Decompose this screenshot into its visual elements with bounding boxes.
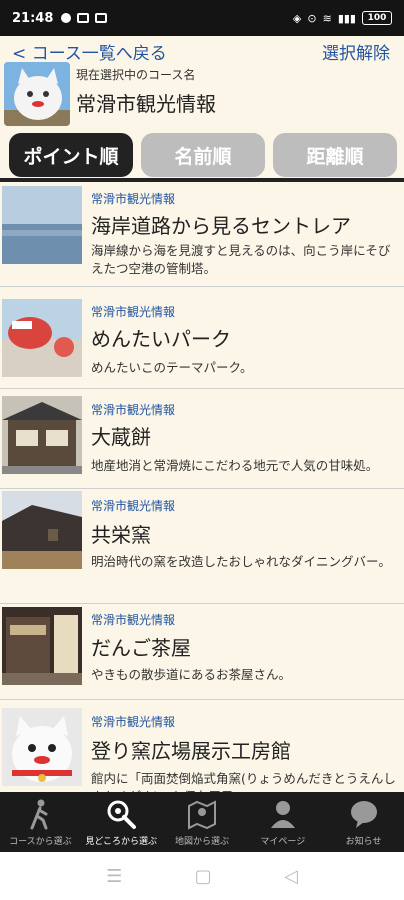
magnifier-icon — [107, 800, 137, 829]
nav-select-by-highlight[interactable]: 見どころから選ぶ — [81, 792, 162, 852]
spot-tag: 常滑市観光情報 — [91, 499, 176, 513]
spot-tag: 常滑市観光情報 — [91, 715, 176, 729]
course-caption: 現在選択中のコース名 — [76, 68, 196, 82]
spot-thumbnail — [2, 186, 82, 264]
speech-bubble-icon — [350, 801, 377, 828]
tab-distance-order[interactable]: 距離順 — [273, 133, 397, 177]
spot-thumbnail — [2, 299, 82, 377]
person-icon — [270, 801, 295, 828]
nav-label: マイページ — [260, 837, 306, 847]
signal-icon: ▮▮▮ — [337, 11, 356, 25]
current-course: 現在選択中のコース名 常滑市観光情報 — [0, 60, 404, 130]
nav-label: 見どころから選ぶ — [85, 837, 158, 847]
map-icon — [187, 800, 216, 830]
sort-tabs: ポイント順 名前順 距離順 — [0, 133, 404, 181]
spot-thumbnail — [2, 607, 82, 685]
spot-description: 館内に「両面焚倒焔式角窯(りょうめんだきとうえんしきかくがま)」を保存展示。 — [91, 771, 396, 792]
spot-title: 登り窯広場展示工房館 — [91, 739, 291, 763]
spot-thumbnail — [2, 396, 82, 474]
spot-title: 共栄窯 — [91, 523, 151, 547]
app-notification-icon — [77, 13, 90, 23]
wifi-icon: ≋ — [322, 11, 332, 25]
tab-point-order[interactable]: ポイント順 — [9, 133, 133, 177]
youtube-icon — [95, 13, 108, 23]
system-nav-bar: ☰ ▢ ◁ — [0, 852, 404, 900]
spot-description: めんたいこのテーマパーク。 — [91, 360, 253, 375]
nav-notifications[interactable]: お知らせ — [323, 792, 404, 852]
location-icon: ⊙ — [307, 11, 317, 25]
list-item[interactable]: 常滑市観光情報 登り窯広場展示工房館 館内に「両面焚倒焔式角窯(りょうめんだきと… — [0, 700, 404, 792]
vibrate-icon: ◈ — [292, 11, 302, 25]
tab-name-order[interactable]: 名前順 — [141, 133, 265, 177]
spot-list[interactable]: 常滑市観光情報 海岸道路から見るセントレア 海岸線から海を見渡すと見えるのは、向… — [0, 182, 404, 792]
list-item[interactable]: 常滑市観光情報 海岸道路から見るセントレア 海岸線から海を見渡すと見えるのは、向… — [0, 182, 404, 287]
list-item[interactable]: 常滑市観光情報 大蔵餅 地産地消と常滑焼にこだわる地元で人気の甘味処。 — [0, 389, 404, 489]
nav-select-by-map[interactable]: 地図から選ぶ — [162, 792, 243, 852]
spot-title: だんご茶屋 — [91, 636, 191, 660]
status-time: 21:48 — [12, 10, 54, 26]
spot-tag: 常滑市観光情報 — [91, 192, 176, 206]
battery-icon: 100 — [362, 11, 392, 25]
recent-apps-icon[interactable]: ☰ — [106, 866, 122, 887]
nav-my-page[interactable]: マイページ — [242, 792, 323, 852]
spot-tag: 常滑市観光情報 — [91, 403, 176, 417]
list-item[interactable]: 常滑市観光情報 だんご茶屋 やきもの散歩道にあるお茶屋さん。 — [0, 604, 404, 700]
course-name: 常滑市観光情報 — [76, 92, 216, 116]
top-bar: < コース一覧へ戻る 選択解除 — [0, 36, 404, 64]
nav-select-by-course[interactable]: コースから選ぶ — [0, 792, 81, 852]
spot-tag: 常滑市観光情報 — [91, 613, 176, 627]
spot-thumbnail — [2, 491, 82, 569]
nav-label: 地図から選ぶ — [174, 837, 229, 847]
list-item[interactable]: 常滑市観光情報 共栄窯 明治時代の窯を改造したおしゃれなダイニングバー。 — [0, 489, 404, 604]
back-icon[interactable]: ◁ — [284, 866, 298, 887]
spot-description: 海岸線から海を見渡すと見えるのは、向こう岸にそびえたつ空港の管制塔。 — [91, 243, 391, 276]
nav-label: コースから選ぶ — [9, 837, 72, 847]
bottom-nav: コースから選ぶ 見どころから選ぶ 地図から選ぶ マイページ お知らせ — [0, 792, 404, 852]
nav-label: お知らせ — [345, 837, 382, 847]
list-item[interactable]: 常滑市観光情報 めんたいパーク めんたいこのテーマパーク。 — [0, 287, 404, 389]
spot-description: 明治時代の窯を改造したおしゃれなダイニングバー。 — [91, 554, 391, 569]
spot-tag: 常滑市観光情報 — [91, 305, 176, 319]
spot-thumbnail — [2, 708, 82, 786]
spot-title: めんたいパーク — [91, 327, 231, 351]
spot-description: 地産地消と常滑焼にこだわる地元で人気の甘味処。 — [91, 458, 379, 473]
spot-title: 海岸道路から見るセントレア — [91, 214, 351, 238]
home-icon[interactable]: ▢ — [195, 866, 212, 887]
walking-person-icon — [30, 799, 48, 830]
course-thumbnail — [4, 62, 70, 126]
status-bar: 21:48 ◈ ⊙ ≋ ▮▮▮ 100 — [0, 0, 404, 36]
spot-title: 大蔵餅 — [91, 425, 151, 449]
notification-icon — [61, 13, 72, 23]
spot-description: やきもの散歩道にあるお茶屋さん。 — [91, 667, 292, 682]
